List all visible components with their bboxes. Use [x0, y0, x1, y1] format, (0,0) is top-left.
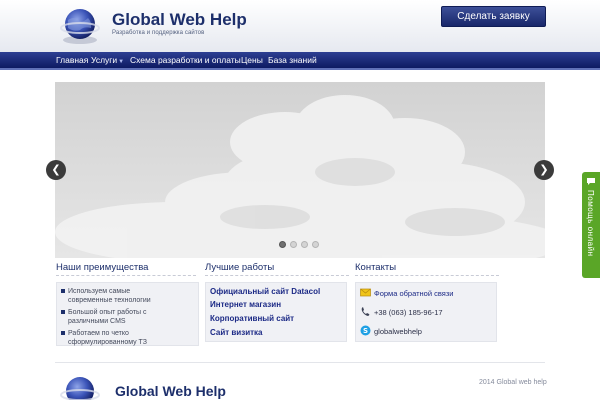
nav-item-scheme[interactable]: Схема разработки и оплаты — [130, 55, 241, 65]
copyright-text: 2014 Global web help — [479, 379, 547, 386]
works-box: Официальный сайт Datacol Интернет магази… — [205, 282, 347, 342]
works-divider — [205, 275, 349, 276]
slider-dot-1[interactable] — [279, 241, 286, 248]
brand-name[interactable]: Global Web Help — [112, 10, 247, 30]
works-title: Лучшие работы — [205, 262, 275, 273]
cloud-slide-image — [55, 82, 545, 258]
nav-item-services[interactable]: Услуги▼ — [91, 55, 124, 65]
work-link-card[interactable]: Сайт визитка — [210, 328, 262, 337]
benefits-box: Используем самые современные технологии … — [56, 282, 199, 346]
skype-handle: globalwebhelp — [374, 327, 422, 336]
work-link-datacol[interactable]: Официальный сайт Datacol — [210, 287, 320, 296]
slider-dot-2[interactable] — [290, 241, 297, 248]
bullet-icon — [61, 310, 65, 314]
chevron-right-icon: ❯ — [539, 164, 549, 176]
nav-item-home[interactable]: Главная — [56, 55, 88, 65]
order-button[interactable]: Сделать заявку — [441, 6, 546, 27]
bullet-icon — [61, 289, 65, 293]
benefit-item: Большой опыт работы с различными CMS — [61, 308, 174, 326]
work-link-corporate[interactable]: Корпоративный сайт — [210, 314, 294, 323]
slider-dot-4[interactable] — [312, 241, 319, 248]
benefit-item: Работаем по четко сформулированному ТЗ — [61, 329, 174, 347]
nav-item-knowledge-base[interactable]: База знаний — [268, 55, 317, 65]
feedback-form-link[interactable]: Форма обратной связи — [374, 289, 453, 298]
slider-dot-3[interactable] — [301, 241, 308, 248]
globe-logo-icon[interactable] — [58, 6, 102, 46]
footer-brand-name: Global Web Help — [115, 383, 226, 399]
main-nav: Главная Услуги▼ Схема разработки и оплат… — [0, 52, 600, 70]
skype-icon: S — [360, 325, 371, 336]
envelope-icon — [360, 288, 371, 297]
work-link-shop[interactable]: Интернет магазин — [210, 300, 281, 309]
contacts-box: Форма обратной связи +38 (063) 185-96-17… — [355, 282, 497, 342]
bullet-icon — [61, 331, 65, 335]
benefits-divider — [56, 275, 196, 276]
benefit-item: Используем самые современные технологии — [61, 287, 174, 305]
chevron-left-icon: ❮ — [51, 164, 61, 176]
hero-slider[interactable] — [55, 82, 545, 258]
site-header: Global Web Help Разработка и поддержка с… — [0, 0, 600, 52]
benefits-title: Наши преимущества — [56, 262, 149, 273]
phone-number: +38 (063) 185-96-17 — [374, 308, 443, 317]
help-online-tab[interactable]: Помощь онлайн — [582, 172, 600, 278]
nav-item-prices[interactable]: Цены — [241, 55, 263, 65]
footer-divider — [55, 362, 545, 363]
footer-globe-logo-icon[interactable] — [58, 375, 102, 400]
slider-prev-button[interactable]: ❮ — [46, 160, 66, 180]
contacts-divider — [355, 275, 499, 276]
chevron-down-icon: ▼ — [118, 59, 125, 65]
brand-tagline: Разработка и поддержка сайтов — [112, 30, 205, 36]
phone-icon — [361, 307, 370, 316]
contacts-title: Контакты — [355, 262, 397, 273]
help-online-label: Помощь онлайн — [586, 190, 595, 257]
svg-text:S: S — [363, 327, 368, 335]
chat-icon — [587, 178, 595, 185]
slider-next-button[interactable]: ❯ — [534, 160, 554, 180]
